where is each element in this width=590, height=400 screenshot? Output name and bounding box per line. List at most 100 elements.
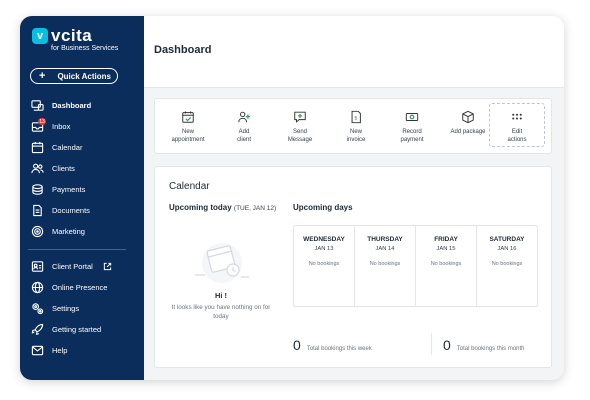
empty-title: Hi ! bbox=[214, 291, 228, 300]
quick-actions-label: Quick Actions bbox=[57, 71, 111, 81]
external-link-icon bbox=[103, 262, 112, 271]
send-message-icon bbox=[292, 109, 308, 125]
sidebar-item-payments[interactable]: Payments bbox=[30, 179, 142, 200]
day-name: THURSDAY bbox=[367, 236, 403, 243]
add-client-icon bbox=[236, 109, 252, 125]
vcita-logo[interactable]: v vcita for Business Services bbox=[32, 26, 119, 53]
sidebar-divider bbox=[28, 249, 126, 250]
sidebar: v vcita for Business Services + Quick Ac… bbox=[20, 16, 144, 380]
sidebar-secondary-nav: Client Portal Online Presence Settings G… bbox=[30, 256, 142, 361]
sidebar-item-label: Settings bbox=[52, 304, 80, 313]
month-total-label: Total bookings this month bbox=[456, 346, 525, 352]
sidebar-item-label: Getting started bbox=[52, 325, 102, 334]
empty-calendar-illustration bbox=[189, 239, 255, 285]
plus-icon: + bbox=[39, 70, 46, 82]
page-header: Dashboard bbox=[144, 16, 564, 88]
sidebar-item-documents[interactable]: Documents bbox=[30, 200, 142, 221]
week-total-count: 0 bbox=[293, 337, 301, 353]
client-portal-icon bbox=[30, 260, 44, 274]
day-column[interactable]: FRIDAY JAN 15 No bookings bbox=[416, 226, 477, 306]
sidebar-main-nav: Dashboard 13 Inbox Calendar Clients Paym… bbox=[30, 95, 142, 242]
add-client-button[interactable]: Add client bbox=[217, 109, 271, 144]
sidebar-item-online-presence[interactable]: Online Presence bbox=[30, 277, 142, 298]
upcoming-today-heading: Upcoming today (TUE, JAN 12) bbox=[169, 203, 276, 212]
sidebar-item-client-portal[interactable]: Client Portal bbox=[30, 256, 142, 277]
today-date: (TUE, JAN 12) bbox=[233, 205, 277, 212]
sidebar-item-clients[interactable]: Clients bbox=[30, 158, 142, 179]
new-invoice-button[interactable]: $ New invoice bbox=[329, 109, 383, 144]
upcoming-days-heading: Upcoming days bbox=[293, 203, 353, 212]
day-status: No bookings bbox=[369, 261, 401, 267]
new-appointment-button[interactable]: New appointment bbox=[161, 109, 215, 144]
add-package-button[interactable]: Add package bbox=[441, 109, 495, 136]
empty-message: It looks like you have nothing on for to… bbox=[171, 304, 271, 320]
week-total-label: Total bookings this week bbox=[306, 346, 372, 352]
sidebar-item-label: Payments bbox=[52, 185, 86, 194]
action-label: Add client bbox=[236, 129, 251, 143]
action-label: New appointment bbox=[171, 129, 205, 143]
app-window: v vcita for Business Services + Quick Ac… bbox=[20, 16, 564, 380]
settings-icon bbox=[30, 302, 44, 316]
quick-actions-button[interactable]: + Quick Actions bbox=[30, 68, 118, 84]
sidebar-item-marketing[interactable]: Marketing bbox=[30, 221, 142, 242]
day-status: No bookings bbox=[430, 261, 462, 267]
new-invoice-icon: $ bbox=[348, 109, 364, 125]
main-content: Dashboard New appointment Add client Sen… bbox=[144, 16, 564, 380]
action-label: Send Message bbox=[287, 129, 313, 143]
action-label: Record payment bbox=[400, 129, 424, 143]
send-message-button[interactable]: Send Message bbox=[273, 109, 327, 144]
action-label: Edit actions bbox=[507, 129, 527, 143]
day-date: JAN 15 bbox=[436, 246, 456, 252]
day-column[interactable]: WEDNESDAY JAN 13 No bookings bbox=[294, 226, 355, 306]
edit-actions-icon bbox=[509, 109, 525, 125]
sidebar-item-label: Marketing bbox=[52, 227, 85, 236]
sidebar-item-label: Client Portal bbox=[52, 262, 93, 271]
sidebar-item-label: Clients bbox=[52, 164, 75, 173]
day-column[interactable]: SATURDAY JAN 16 No bookings bbox=[477, 226, 537, 306]
globe-icon bbox=[30, 281, 44, 295]
documents-icon bbox=[30, 204, 44, 218]
add-package-icon bbox=[460, 109, 476, 125]
day-name: WEDNESDAY bbox=[303, 236, 345, 243]
logo-name: vcita bbox=[51, 26, 93, 45]
clients-icon bbox=[30, 162, 44, 176]
day-column[interactable]: THURSDAY JAN 14 No bookings bbox=[355, 226, 416, 306]
payments-icon bbox=[30, 183, 44, 197]
upcoming-days-grid: WEDNESDAY JAN 13 No bookings THURSDAY JA… bbox=[293, 225, 538, 307]
calendar-icon bbox=[30, 141, 44, 155]
sidebar-item-label: Dashboard bbox=[52, 101, 92, 110]
dashboard-icon bbox=[30, 99, 44, 113]
calendar-card: Calendar Upcoming today (TUE, JAN 12) Hi… bbox=[154, 166, 552, 368]
edit-actions-button[interactable]: Edit actions bbox=[490, 109, 544, 144]
sidebar-item-settings[interactable]: Settings bbox=[30, 298, 142, 319]
sidebar-item-dashboard[interactable]: Dashboard bbox=[30, 95, 142, 116]
day-status: No bookings bbox=[491, 261, 523, 267]
sidebar-item-help[interactable]: Help bbox=[30, 340, 142, 361]
logo-tagline: for Business Services bbox=[51, 45, 119, 52]
day-name: SATURDAY bbox=[489, 236, 525, 243]
month-total: 0 Total bookings this month bbox=[443, 337, 525, 353]
svg-text:$: $ bbox=[354, 116, 357, 122]
sidebar-item-label: Documents bbox=[52, 206, 90, 215]
day-status: No bookings bbox=[308, 261, 340, 267]
sidebar-item-calendar[interactable]: Calendar bbox=[30, 137, 142, 158]
sidebar-item-label: Help bbox=[52, 346, 68, 355]
sidebar-item-label: Inbox bbox=[52, 122, 71, 131]
sidebar-item-getting-started[interactable]: Getting started bbox=[30, 319, 142, 340]
action-label: New invoice bbox=[346, 129, 366, 143]
day-date: JAN 13 bbox=[314, 246, 334, 252]
day-date: JAN 16 bbox=[497, 246, 517, 252]
new-appointment-icon bbox=[180, 109, 196, 125]
logo-mark-icon: v bbox=[32, 28, 48, 44]
day-name: FRIDAY bbox=[434, 236, 458, 243]
help-icon bbox=[30, 344, 44, 358]
sidebar-item-label: Calendar bbox=[52, 143, 83, 152]
quick-action-bar: New appointment Add client Send Message … bbox=[154, 98, 552, 154]
sidebar-item-label: Online Presence bbox=[52, 283, 108, 292]
inbox-badge: 13 bbox=[38, 118, 46, 125]
totals-divider bbox=[431, 333, 432, 355]
month-total-count: 0 bbox=[443, 337, 451, 353]
record-payment-button[interactable]: Record payment bbox=[385, 109, 439, 144]
action-label: Add package bbox=[450, 129, 486, 135]
sidebar-item-inbox[interactable]: 13 Inbox bbox=[30, 116, 142, 137]
